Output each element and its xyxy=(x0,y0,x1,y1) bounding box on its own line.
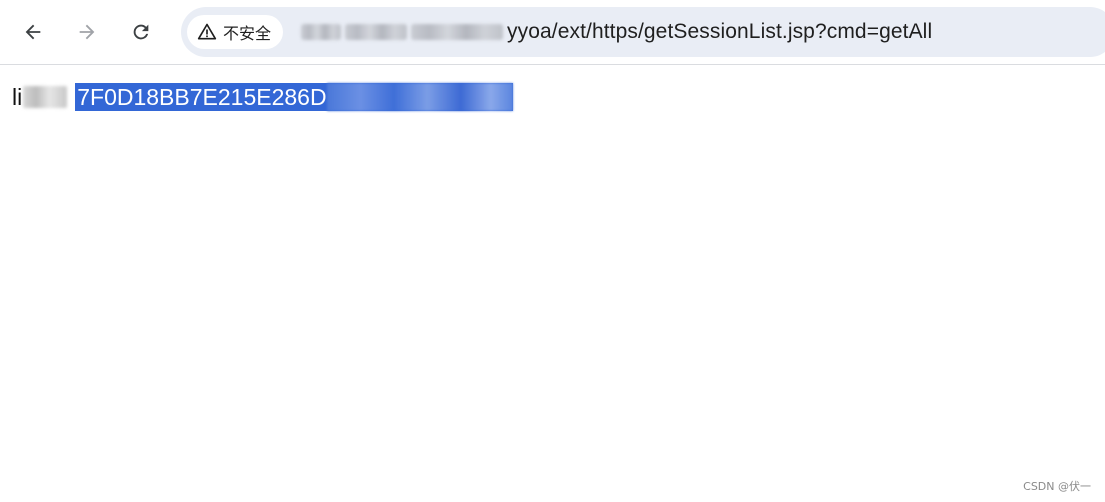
forward-button[interactable] xyxy=(67,12,107,52)
address-bar[interactable]: 不安全 yyoa/ext/https/getSessionList.jsp?cm… xyxy=(181,7,1105,57)
url-text: yyoa/ext/https/getSessionList.jsp?cmd=ge… xyxy=(507,20,933,43)
url-field[interactable]: yyoa/ext/https/getSessionList.jsp?cmd=ge… xyxy=(301,7,932,57)
security-indicator[interactable]: 不安全 xyxy=(187,15,284,49)
watermark: CSDN @伏一 xyxy=(1023,480,1091,493)
redacted-session-id xyxy=(326,83,513,111)
redacted-url-host xyxy=(411,24,503,40)
response-text: li 7F0D18BB7E215E286D xyxy=(12,83,513,111)
arrow-right-icon xyxy=(76,21,98,43)
reload-icon xyxy=(130,21,152,43)
page-content: li 7F0D18BB7E215E286D CSDN @伏一 xyxy=(0,65,1105,502)
back-button[interactable] xyxy=(13,12,53,52)
warning-triangle-icon xyxy=(197,22,217,42)
browser-toolbar: 不安全 yyoa/ext/https/getSessionList.jsp?cm… xyxy=(0,0,1105,65)
redacted-key xyxy=(23,86,68,108)
selected-session-id[interactable]: 7F0D18BB7E215E286D xyxy=(75,83,513,111)
redacted-url-host xyxy=(345,24,407,40)
security-label: 不安全 xyxy=(223,24,272,43)
session-id-text: 7F0D18BB7E215E286D xyxy=(77,83,327,110)
redacted-url-host xyxy=(301,24,341,40)
arrow-left-icon xyxy=(22,21,44,43)
reload-button[interactable] xyxy=(121,12,161,52)
response-key: li xyxy=(12,83,23,110)
